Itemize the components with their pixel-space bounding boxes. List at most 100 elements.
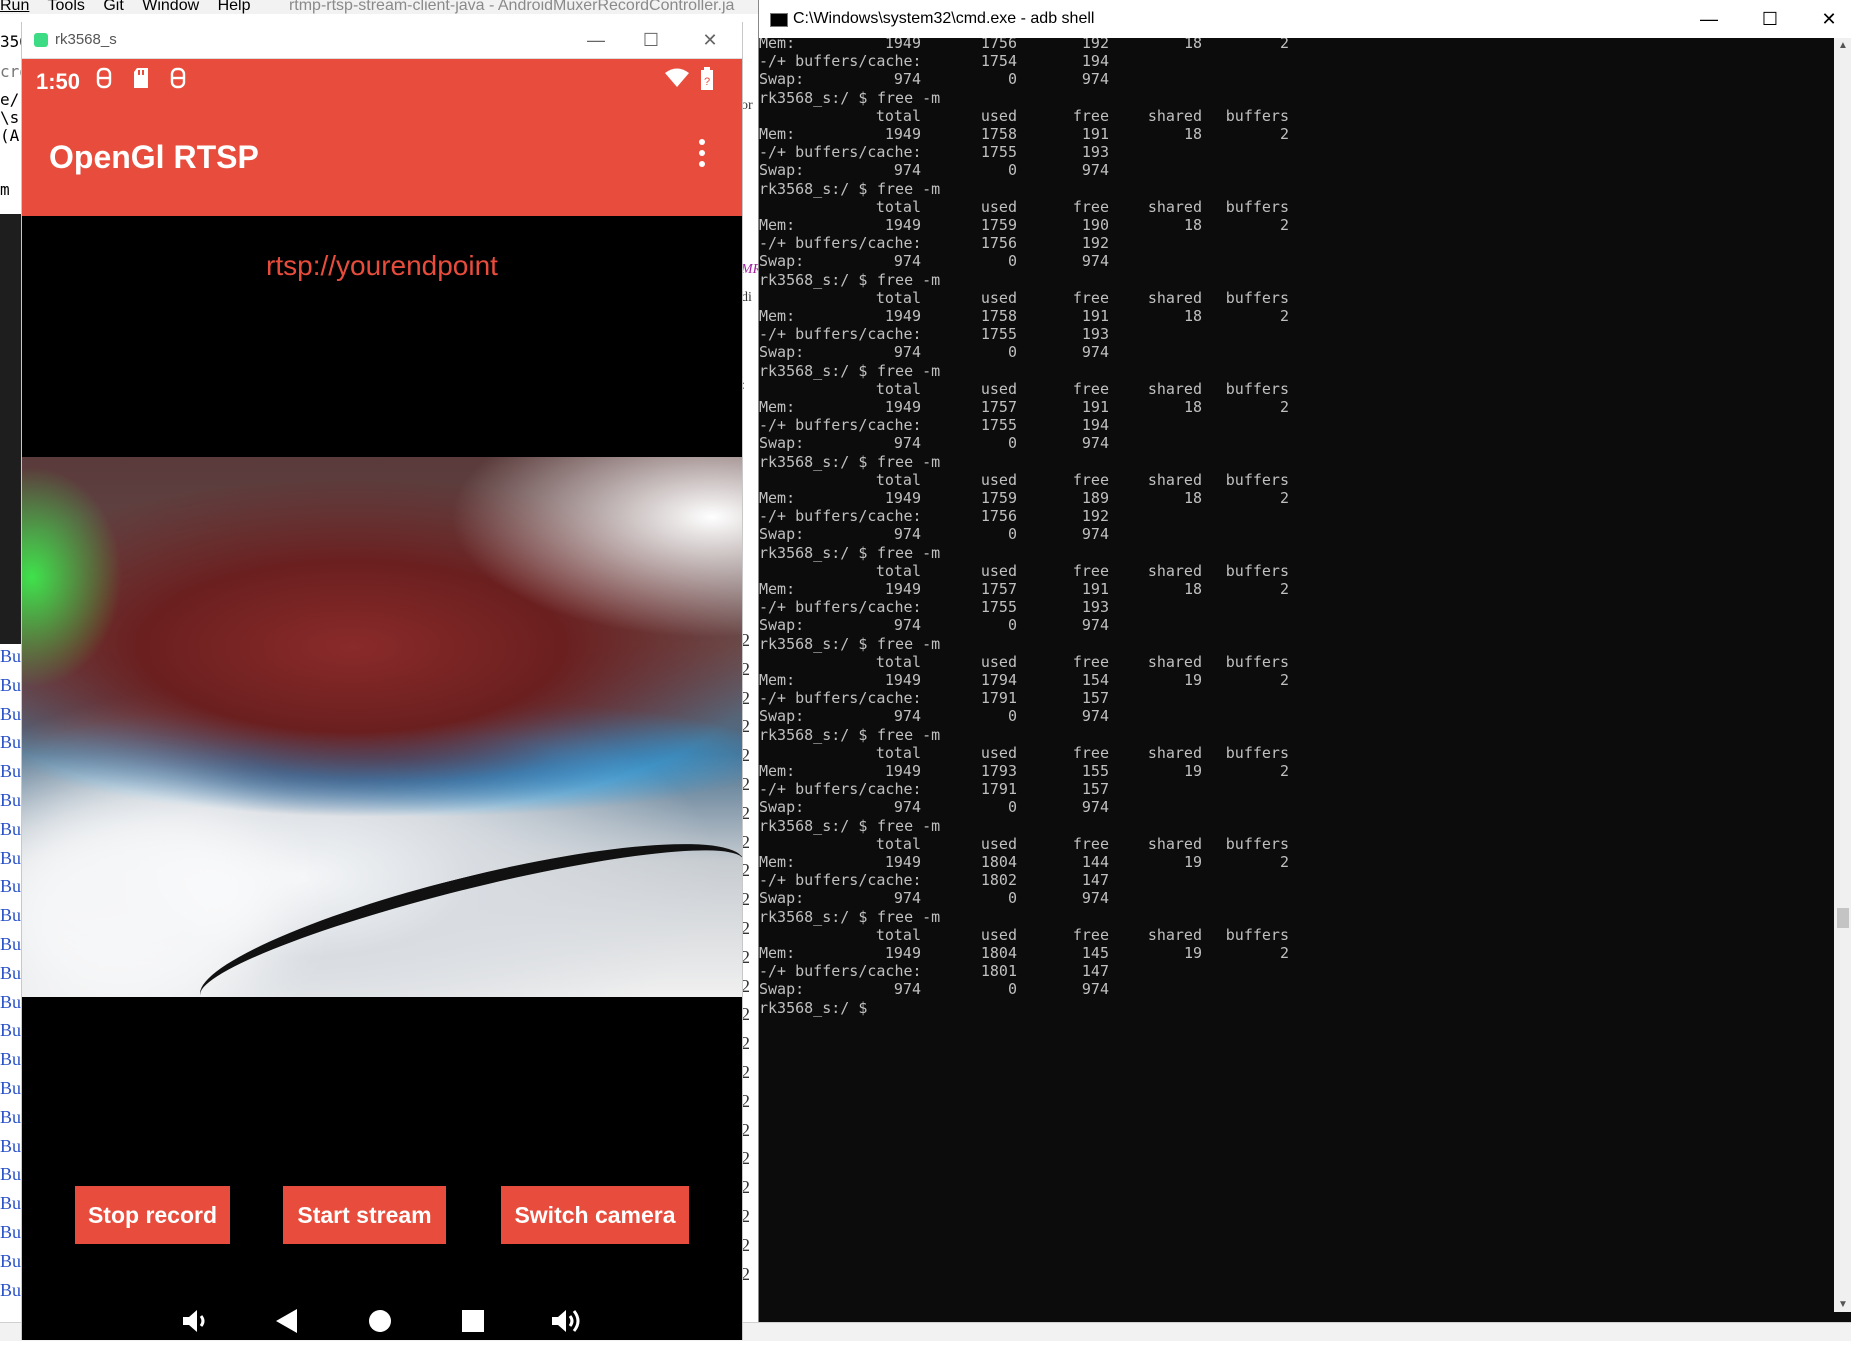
maximize-icon[interactable]: ☐ [1755,8,1785,30]
row-label: Swap: [759,980,805,999]
battery-icon: ? [700,67,714,97]
value-cell: 974 [1081,616,1109,635]
build-log-item[interactable]: Bu [0,1132,21,1161]
row-label: -/+ buffers/cache: [759,52,922,71]
value-cell: 18 [1183,398,1202,416]
value-cell: 1756 [980,234,1017,253]
value-cell: 0 [1007,707,1017,726]
value-cell: 18 [1183,489,1202,507]
value-cell: buffers [1225,288,1289,307]
switch-camera-button[interactable]: Switch camera [501,1186,689,1244]
emulator-titlebar[interactable]: rk3568_s — ☐ ✕ [22,22,742,59]
close-icon[interactable]: ✕ [1814,8,1844,30]
back-icon[interactable] [267,1306,307,1342]
value-cell: used [980,925,1017,944]
build-log-item[interactable]: Bu [0,757,21,786]
value-cell: 2 [1279,671,1289,689]
value-cell: 157 [1081,689,1109,708]
value-cell: total [875,925,921,944]
value-cell: 974 [1081,889,1109,908]
overview-icon[interactable] [453,1306,493,1342]
build-log-item[interactable]: Bu [0,1045,21,1074]
maximize-icon[interactable]: ☐ [639,28,663,52]
menu-window[interactable]: Window [142,0,199,14]
mem-row: Mem: 1949 1756 192 18 2 [759,38,1834,52]
overflow-menu-icon[interactable] [694,139,710,173]
build-log-item[interactable]: Bu [0,872,21,901]
value-cell: 147 [1081,871,1109,890]
menu-tools[interactable]: Tools [48,0,85,14]
scrollbar[interactable]: ▲ ▼ [1834,38,1851,1312]
ide-build-list: Bu Bu Bu Bu Bu Bu Bu Bu Bu Bu Bu Bu Bu Bu Bu Bu Bu Bu Bu Bu… [0,642,21,1304]
build-log-item[interactable]: Bu [0,930,21,959]
value-cell: 1949 [884,853,921,871]
shell-prompt: rk3568_s:/ $ [759,998,868,1017]
value-cell: 0 [1007,798,1017,817]
build-log-item[interactable]: Bu [0,1016,21,1045]
scrollbar-thumb[interactable] [1837,908,1849,928]
shell-command: free -m [877,816,941,835]
value-cell: 974 [893,616,921,635]
menu-help[interactable]: Help [218,0,251,14]
build-log-item[interactable]: Bu [0,815,21,844]
minimize-icon[interactable]: — [1694,8,1724,30]
row-label: Mem: [759,580,796,598]
row-label: Mem: [759,853,796,871]
build-log-item[interactable]: Bu [0,901,21,930]
value-cell: 1758 [980,307,1017,325]
value-cell: 1755 [980,325,1017,344]
value-cell: 193 [1081,143,1109,162]
row-label: -/+ buffers/cache: [759,871,922,890]
value-cell: 1801 [980,962,1017,981]
build-log-item[interactable]: Bu [0,1103,21,1132]
value-cell: 1756 [980,507,1017,526]
build-log-item[interactable]: Bu [0,1218,21,1247]
value-cell: 974 [1081,70,1109,89]
value-cell: 145 [1081,944,1109,962]
menu-git[interactable]: Git [103,0,123,14]
build-log-item[interactable]: Bu [0,844,21,873]
build-log-item[interactable]: Bu [0,988,21,1017]
row-label: Swap: [759,434,805,453]
scroll-up-icon[interactable]: ▲ [1837,40,1849,51]
build-log-item[interactable]: Bu [0,1247,21,1276]
value-cell: 194 [1081,52,1109,71]
build-log-item[interactable]: Bu [0,959,21,988]
build-log-item[interactable]: Bu [0,1074,21,1103]
build-log-item[interactable]: Bu [0,1276,21,1305]
build-log-item[interactable]: Bu [0,728,21,757]
value-cell: 19 [1183,944,1202,962]
cache-row: -/+ buffers/cache: 1755 193 [759,598,1834,616]
value-cell: 1755 [980,598,1017,617]
value-cell: shared [1147,925,1202,944]
cmd-titlebar[interactable]: C:\Windows\system32\cmd.exe - adb shell … [759,0,1851,38]
build-log-item[interactable]: Bu [0,1160,21,1189]
shell-command: free -m [877,543,941,562]
stop-record-button[interactable]: Stop record [75,1186,230,1244]
build-log-item[interactable]: Bu [0,786,21,815]
endpoint-url[interactable]: rtsp://yourendpoint [22,250,742,282]
prompt-line: rk3568_s:/ $ free -m [759,817,1834,835]
value-cell: 974 [893,70,921,89]
start-stream-button[interactable]: Start stream [283,1186,446,1244]
value-cell: 1794 [980,671,1017,689]
build-log-item[interactable]: Bu [0,671,21,700]
build-log-item[interactable]: Bu [0,1189,21,1218]
value-cell: total [875,470,921,489]
volume-down-icon[interactable] [175,1306,215,1342]
ide-fragment: \s [0,108,20,127]
build-log-item[interactable]: Bu [0,642,21,671]
value-cell: 0 [1007,616,1017,635]
close-icon[interactable]: ✕ [698,28,722,52]
value-cell: 192 [1081,234,1109,253]
home-icon[interactable] [360,1306,400,1342]
terminal-output[interactable]: Mem: 1949 1756 192 18 2 -/+ buffers/cache: 1754… [759,38,1834,1312]
value-cell: used [980,288,1017,307]
volume-up-icon[interactable] [546,1306,586,1342]
menu-run[interactable]: Run [0,0,29,14]
scroll-down-icon[interactable]: ▼ [1837,1299,1849,1310]
minimize-icon[interactable]: — [584,28,608,52]
row-label: Mem: [759,125,796,143]
value-cell: free [1072,743,1109,762]
build-log-item[interactable]: Bu [0,700,21,729]
